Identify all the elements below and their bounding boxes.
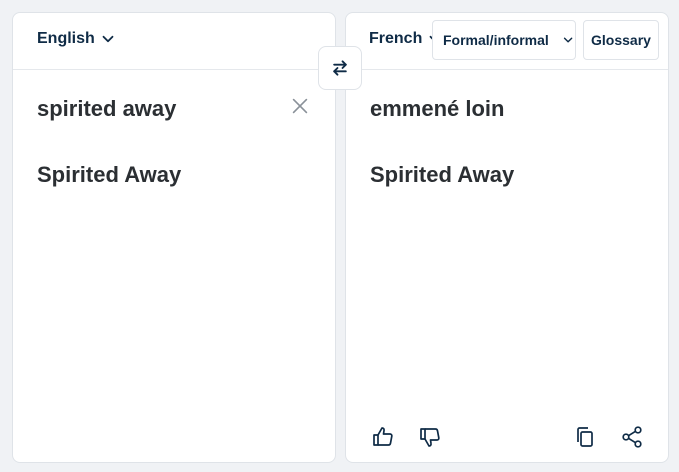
- chevron-down-icon: [563, 37, 573, 43]
- source-panel: English spirited away Spirited Away: [12, 12, 336, 463]
- target-panel: French Formal/informal Glossary emmené l…: [345, 12, 669, 463]
- translation-text-line: Spirited Away: [370, 162, 515, 187]
- glossary-button[interactable]: Glossary: [583, 20, 659, 60]
- copy-button[interactable]: [573, 425, 597, 449]
- close-icon[interactable]: [289, 95, 311, 117]
- translation-text-blank-line: [370, 125, 644, 158]
- thumbs-down-icon: [420, 428, 440, 447]
- swap-arrows-icon: [333, 60, 347, 76]
- translation-output: emmené loin Spirited Away: [370, 92, 644, 191]
- source-text-line: Spirited Away: [37, 162, 182, 187]
- source-text-line: spirited away: [37, 96, 177, 121]
- share-icon: [622, 426, 642, 448]
- thumbs-up-icon: [373, 427, 393, 446]
- source-language-select[interactable]: English: [37, 30, 117, 48]
- source-language-label: English: [37, 30, 95, 47]
- source-panel-header: English: [13, 13, 335, 70]
- target-panel-header: French Formal/informal Glossary: [346, 13, 668, 70]
- glossary-label: Glossary: [591, 32, 651, 48]
- source-text-blank-line: [37, 125, 311, 158]
- thumbs-up-button[interactable]: [371, 425, 395, 449]
- translation-text-line: emmené loin: [370, 96, 505, 121]
- target-language-label: French: [369, 30, 423, 47]
- swap-languages-button[interactable]: [318, 46, 362, 90]
- thumbs-down-button[interactable]: [418, 425, 442, 449]
- chevron-down-icon: [102, 35, 114, 43]
- formality-label: Formal/informal: [443, 32, 549, 48]
- source-text-input[interactable]: spirited away Spirited Away: [37, 92, 311, 191]
- copy-icon: [577, 427, 593, 447]
- formality-select[interactable]: Formal/informal: [432, 20, 576, 60]
- share-button[interactable]: [620, 425, 644, 449]
